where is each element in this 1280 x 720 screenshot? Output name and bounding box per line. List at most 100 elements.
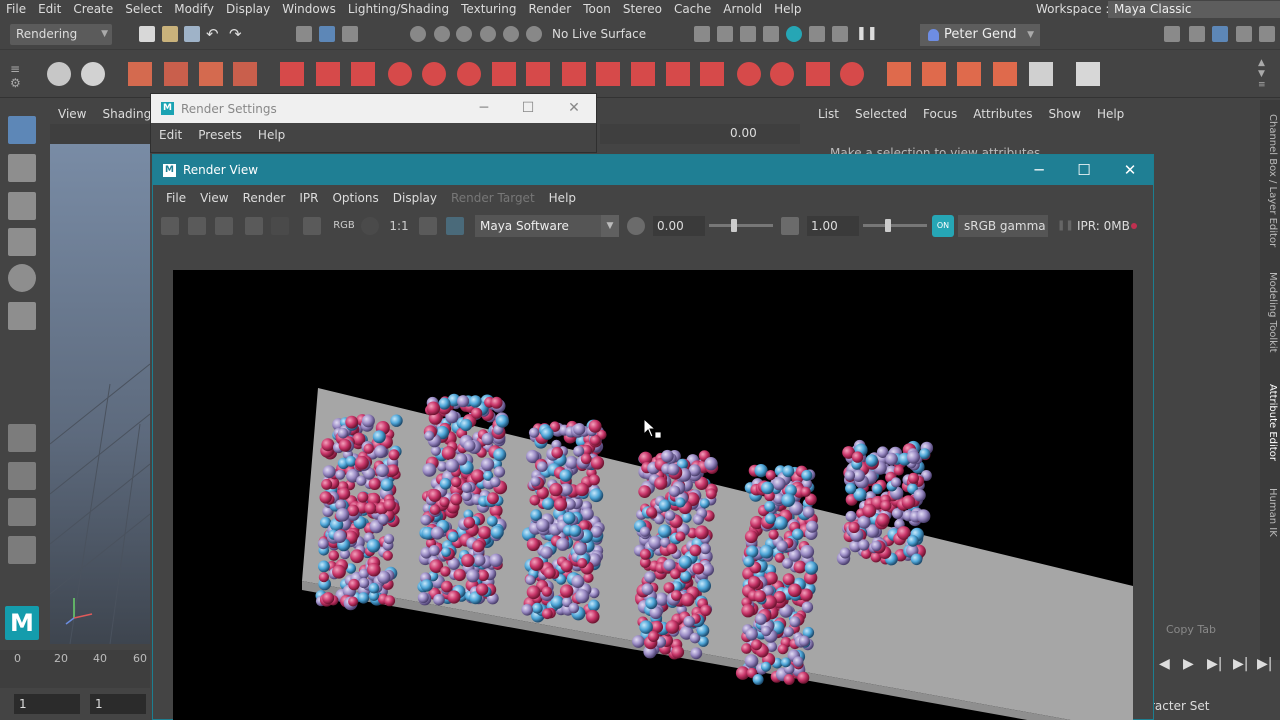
workspace-select[interactable]: Maya Classic bbox=[1108, 1, 1280, 18]
gamma-slider-knob[interactable] bbox=[885, 219, 891, 232]
save-scene-icon[interactable] bbox=[184, 26, 200, 42]
rv-menu-options[interactable]: Options bbox=[325, 185, 385, 211]
toggle-isolate-icon[interactable] bbox=[832, 26, 848, 42]
tool-settings-icon[interactable] bbox=[1236, 26, 1252, 42]
menu-texturing[interactable]: Texturing bbox=[455, 0, 522, 18]
redo-icon[interactable]: ↷ bbox=[229, 26, 245, 42]
menu-render[interactable]: Render bbox=[523, 0, 578, 18]
pause-icon[interactable]: ❚❚ bbox=[856, 26, 878, 42]
rv-menu-view[interactable]: View bbox=[193, 185, 235, 211]
snapshot-icon[interactable] bbox=[215, 217, 233, 235]
snap-live-icon[interactable] bbox=[526, 26, 542, 42]
create-cloth-icon[interactable] bbox=[922, 62, 946, 86]
user-account-button[interactable]: Peter Gend ▼ bbox=[920, 24, 1040, 46]
rv-menu-ipr[interactable]: IPR bbox=[292, 185, 325, 211]
rv-menu-display[interactable]: Display bbox=[386, 185, 444, 211]
next-key-icon[interactable]: ▶| bbox=[1233, 656, 1248, 672]
character-controls-icon[interactable] bbox=[1189, 26, 1205, 42]
xgen-sculpt-icon[interactable] bbox=[388, 62, 412, 86]
cloth-constraint-icon[interactable] bbox=[957, 62, 981, 86]
rs-menu-presets[interactable]: Presets bbox=[190, 123, 250, 147]
two-view-layout-icon[interactable] bbox=[8, 498, 36, 526]
step-key-icon[interactable]: ▶| bbox=[1207, 656, 1222, 672]
exposure-slider-knob[interactable] bbox=[731, 219, 737, 232]
exposure-slider[interactable] bbox=[709, 224, 773, 227]
rotate-tool-icon[interactable] bbox=[8, 264, 36, 292]
rs-menu-edit[interactable]: Edit bbox=[151, 123, 190, 147]
render-frame-icon[interactable] bbox=[694, 26, 710, 42]
lasso-tool-icon[interactable] bbox=[8, 154, 36, 182]
open-scene-icon[interactable] bbox=[162, 26, 178, 42]
modeling-toolkit-icon[interactable] bbox=[1164, 26, 1180, 42]
menu-file[interactable]: File bbox=[0, 0, 32, 18]
renderer-select[interactable]: Maya Software ▼ bbox=[475, 215, 619, 237]
gamma-field[interactable]: 1.00 bbox=[807, 216, 859, 236]
rgb-channel-button[interactable]: RGB bbox=[331, 217, 357, 235]
maximize-icon[interactable]: ☐ bbox=[506, 94, 550, 123]
xgen-comb-icon[interactable] bbox=[492, 62, 516, 86]
render-setup-icon[interactable] bbox=[786, 26, 802, 42]
create-shirt-icon[interactable] bbox=[887, 62, 911, 86]
attribute-editor-toggle-icon[interactable] bbox=[1212, 26, 1228, 42]
select-component-icon[interactable] bbox=[342, 26, 358, 42]
redo-previous-render-icon[interactable] bbox=[161, 217, 179, 235]
gamma-slider[interactable] bbox=[863, 224, 927, 227]
outliner-layout-icon[interactable] bbox=[8, 536, 36, 564]
xgen-width-icon[interactable] bbox=[770, 62, 794, 86]
xgen-region-icon[interactable] bbox=[457, 62, 481, 86]
exposure-icon[interactable] bbox=[627, 217, 645, 235]
xgen-select-icon[interactable] bbox=[422, 62, 446, 86]
tab-modeling-toolkit[interactable]: Modeling Toolkit bbox=[1262, 272, 1278, 353]
menu-arnold[interactable]: Arnold bbox=[717, 0, 768, 18]
undo-icon[interactable]: ↶ bbox=[206, 26, 222, 42]
render-settings-titlebar[interactable]: M Render Settings ─ ☐ ✕ bbox=[151, 94, 596, 123]
pause-ipr-icon[interactable]: ❚❚ bbox=[1057, 217, 1074, 235]
single-perspective-layout-icon[interactable] bbox=[8, 424, 36, 452]
menu-windows[interactable]: Windows bbox=[276, 0, 342, 18]
xgen-grab-icon[interactable] bbox=[631, 62, 655, 86]
menu-edit[interactable]: Edit bbox=[32, 0, 67, 18]
alpha-channel-icon[interactable] bbox=[361, 217, 379, 235]
copy-tab-button[interactable]: Copy Tab bbox=[1166, 623, 1216, 636]
viewport-field[interactable]: 0.00 bbox=[730, 126, 757, 140]
ae-menu-focus[interactable]: Focus bbox=[915, 104, 965, 124]
channel-box-icon[interactable] bbox=[1259, 26, 1275, 42]
menu-lighting-shading[interactable]: Lighting/Shading bbox=[342, 0, 455, 18]
exposure-field[interactable]: 0.00 bbox=[653, 216, 705, 236]
xgen-guide-icon[interactable] bbox=[280, 62, 304, 86]
minimize-icon[interactable]: ─ bbox=[1017, 155, 1061, 185]
ipr-shelf-icon[interactable] bbox=[81, 62, 105, 86]
menu-cache[interactable]: Cache bbox=[668, 0, 717, 18]
select-tool-icon[interactable] bbox=[8, 116, 36, 144]
snap-surface-icon[interactable] bbox=[503, 26, 519, 42]
four-view-layout-icon[interactable] bbox=[8, 462, 36, 490]
snap-grid-icon[interactable] bbox=[410, 26, 426, 42]
shelf-menu-icon[interactable]: ≡ ⚙ bbox=[10, 62, 24, 90]
move-tool-icon[interactable] bbox=[8, 228, 36, 256]
menu-help[interactable]: Help bbox=[768, 0, 807, 18]
render-settings-icon[interactable] bbox=[303, 217, 321, 235]
time-slider[interactable]: 0 20 40 60 bbox=[0, 650, 150, 688]
select-hierarchy-icon[interactable] bbox=[296, 26, 312, 42]
rs-menu-help[interactable]: Help bbox=[250, 123, 293, 147]
live-surface-label[interactable]: No Live Surface bbox=[547, 24, 647, 45]
render-region-icon[interactable] bbox=[188, 217, 206, 235]
xgen-curve-icon[interactable] bbox=[351, 62, 375, 86]
current-frame-field[interactable]: 1 bbox=[90, 694, 146, 714]
light-editor-icon[interactable] bbox=[809, 26, 825, 42]
stop-ipr-icon[interactable] bbox=[1131, 223, 1137, 229]
xgen-brush-icon[interactable] bbox=[316, 62, 340, 86]
menu-modify[interactable]: Modify bbox=[168, 0, 220, 18]
rv-menu-render[interactable]: Render bbox=[236, 185, 293, 211]
xgen-freeze-icon[interactable] bbox=[806, 62, 830, 86]
close-icon[interactable]: ✕ bbox=[552, 94, 596, 123]
snap-curve-icon[interactable] bbox=[434, 26, 450, 42]
ae-menu-list[interactable]: List bbox=[810, 104, 847, 124]
keep-image-icon[interactable] bbox=[419, 217, 437, 235]
menu-set-select[interactable]: Rendering ▼ bbox=[10, 24, 112, 45]
area-light-icon[interactable] bbox=[199, 62, 223, 86]
viewport-menu-view[interactable]: View bbox=[50, 104, 94, 124]
scale-tool-icon[interactable] bbox=[8, 302, 36, 330]
xgen-clump-icon[interactable] bbox=[700, 62, 724, 86]
arnold-light-icon[interactable] bbox=[164, 62, 188, 86]
